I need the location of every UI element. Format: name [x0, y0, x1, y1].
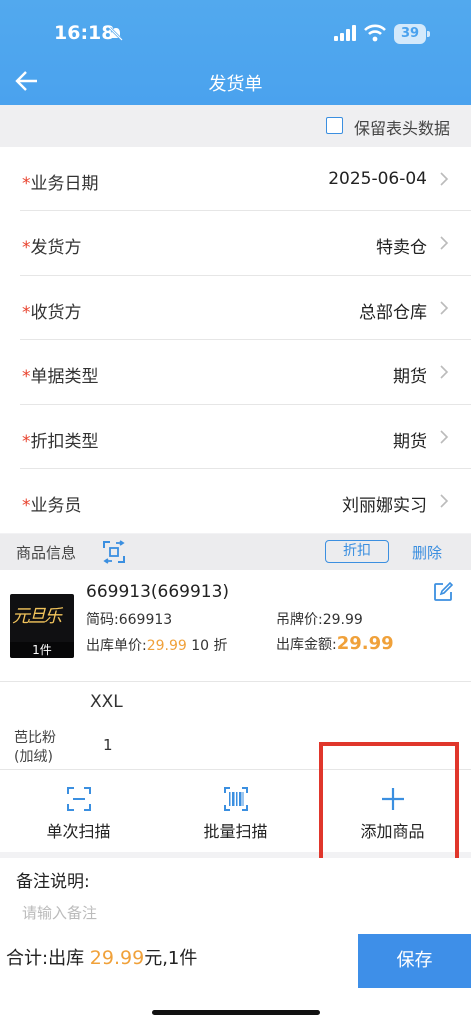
single-scan-button[interactable]: 单次扫描	[0, 770, 157, 852]
chevron-right-icon	[440, 236, 449, 250]
discount-button[interactable]: 折扣	[325, 540, 389, 563]
required-mark: *	[22, 174, 31, 194]
silent-bell-icon	[109, 27, 123, 41]
required-mark: *	[22, 367, 31, 388]
batch-scan-button[interactable]: 批量扫描	[157, 770, 314, 852]
field-business-date[interactable]: *业务日期 2025-06-04	[20, 147, 471, 212]
required-mark: *	[22, 238, 31, 259]
scan-switch-icon[interactable]	[102, 540, 126, 564]
unit-price: 出库单价:29.99 10 折	[86, 638, 228, 654]
tag-price: 吊牌价:29.99	[276, 612, 363, 628]
wifi-icon	[364, 24, 386, 42]
edit-icon[interactable]	[433, 582, 453, 602]
page-title: 发货单	[208, 74, 263, 95]
single-scan-label: 单次扫描	[46, 822, 111, 841]
status-bar: 16:18 39	[0, 0, 471, 60]
total-summary: 合计:出库 29.99元,1件	[6, 947, 198, 969]
field-receiver[interactable]: *收货方 总部仓库	[20, 276, 471, 341]
memo-section: 备注说明: 请输入备注	[0, 858, 471, 934]
product-name: 669913(669913)	[86, 582, 230, 602]
field-value: 特卖仓	[376, 238, 427, 259]
goods-info-header: 商品信息 折扣 删除	[0, 534, 471, 570]
required-mark: *	[22, 302, 31, 323]
chevron-right-icon	[440, 429, 449, 444]
field-label: 折扣类型	[30, 431, 99, 452]
order-form: *业务日期 2025-06-04 *发货方 特卖仓 *收货方 总部仓库 *单据类…	[0, 147, 471, 534]
field-value: 刘丽娜实习	[342, 495, 427, 516]
thumbnail-qty: 1件	[10, 642, 74, 658]
battery-level: 39	[394, 24, 426, 44]
save-button[interactable]: 保存	[358, 934, 471, 988]
field-value: 期货	[393, 367, 427, 388]
field-label: 业务日期	[30, 174, 99, 194]
chevron-right-icon	[440, 172, 449, 186]
app-header: 16:18 39 发货单	[0, 0, 471, 105]
chevron-right-icon	[440, 365, 449, 379]
keep-header-checkbox[interactable]	[326, 117, 343, 134]
color-label: 芭比粉	[14, 730, 56, 746]
battery-icon: 39	[394, 24, 430, 44]
barcode-icon	[223, 787, 248, 811]
chevron-right-icon	[440, 494, 449, 508]
batch-scan-label: 批量扫描	[203, 822, 268, 841]
field-shipper[interactable]: *发货方 特卖仓	[20, 211, 471, 276]
field-label: 单据类型	[30, 367, 99, 388]
field-label: 业务员	[30, 495, 82, 516]
required-mark: *	[22, 431, 31, 452]
outbound-amount: 出库金额:29.99	[276, 633, 394, 654]
memo-label: 备注说明:	[16, 872, 90, 892]
thumbnail-art-text: 元旦乐	[12, 606, 62, 627]
size-count[interactable]: 1	[103, 736, 113, 754]
required-mark: *	[22, 495, 31, 516]
color-label-sub: (加绒)	[14, 749, 53, 765]
size-label: XXL	[90, 692, 123, 712]
scan-frame-icon	[66, 787, 91, 811]
field-discount-type[interactable]: *折扣类型 期货	[20, 405, 471, 469]
field-label: 收货方	[30, 302, 82, 323]
field-salesperson[interactable]: *业务员 刘丽娜实习	[20, 469, 471, 533]
chevron-right-icon	[440, 301, 449, 315]
highlight-box	[319, 742, 459, 867]
home-indicator	[152, 1010, 320, 1015]
field-label: 发货方	[30, 238, 82, 259]
field-value: 总部仓库	[359, 302, 427, 323]
status-time: 16:18	[54, 22, 115, 44]
goods-info-label: 商品信息	[16, 544, 77, 562]
goods-item[interactable]: 元旦乐 1件 669913(669913) 简码:669913 吊牌价:29.9…	[0, 570, 471, 682]
field-value: 期货	[393, 431, 427, 452]
delete-button[interactable]: 删除	[412, 542, 442, 563]
product-thumbnail: 元旦乐 1件	[10, 594, 74, 658]
cellular-signal-icon	[334, 25, 356, 41]
memo-input[interactable]: 请输入备注	[22, 902, 97, 923]
keep-header-label[interactable]: 保留表头数据	[354, 115, 450, 139]
field-document-type[interactable]: *单据类型 期货	[20, 340, 471, 405]
product-code: 简码:669913	[86, 612, 173, 628]
field-value: 2025-06-04	[328, 169, 427, 189]
